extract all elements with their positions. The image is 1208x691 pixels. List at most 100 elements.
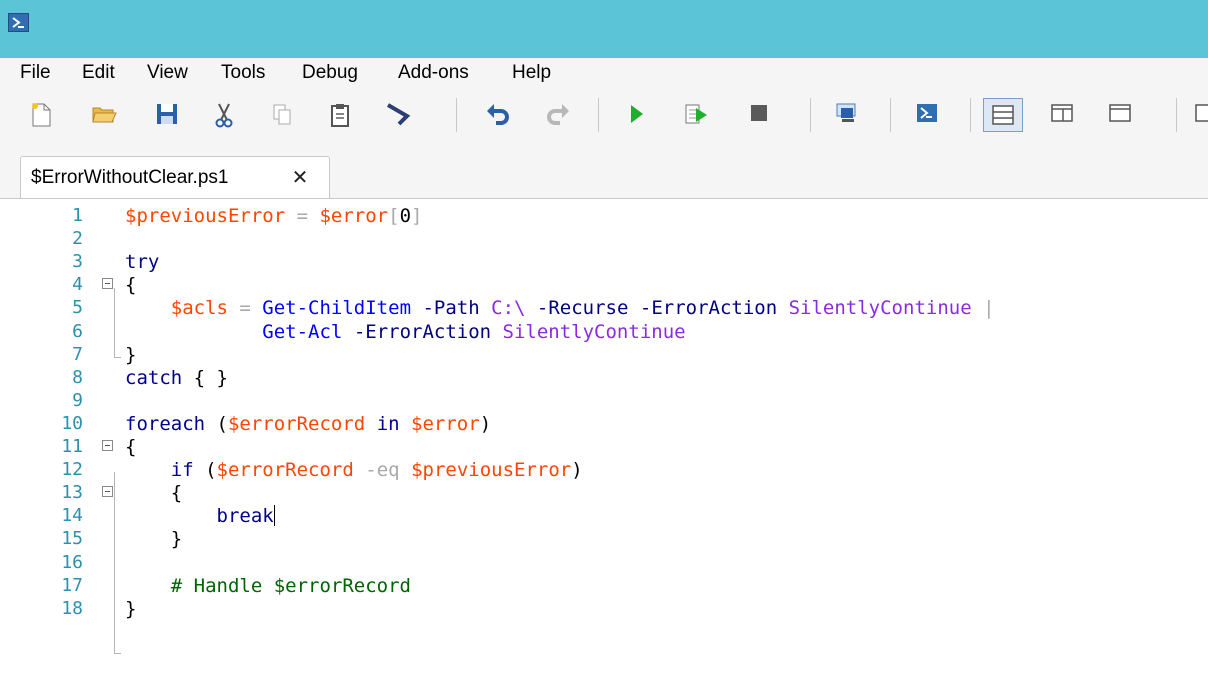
clear-console-icon[interactable] [381,98,415,132]
code-token: ( [193,459,217,482]
code-line: 12 if ($errorRecord -eq $previousError) [0,459,1208,482]
open-icon[interactable] [87,98,121,132]
overflow-layout-icon[interactable] [1190,98,1208,132]
code-line: 7} [0,344,1208,367]
menu-help[interactable]: Help [512,62,551,84]
code-token: $previousError [125,205,286,227]
toolbar [0,90,1208,142]
code-line: 8 catch { } [0,367,1208,390]
toolbar-separator [970,98,971,132]
code-text: { [125,436,136,458]
text-cursor [273,505,275,527]
code-text: { [125,482,182,504]
layout-top-icon[interactable] [983,98,1023,132]
save-icon[interactable] [150,98,184,132]
code-text: $acls = Get-ChildItem -Path C:\ -Recurse… [125,297,995,319]
stop-icon[interactable] [742,98,776,132]
menu-add-ons[interactable]: Add-ons [398,62,469,84]
layout-maximized-icon[interactable] [1103,98,1137,132]
code-line: 13 { [0,482,1208,505]
close-icon[interactable]: ✕ [289,166,311,188]
code-line: 4{ [0,274,1208,297]
menu-debug[interactable]: Debug [302,62,358,84]
code-line: 3 try [0,251,1208,274]
code-text: } [125,598,136,620]
toolbar-separator [598,98,599,132]
code-token: { [125,274,137,297]
tab-label: $ErrorWithoutClear.ps1 [31,167,229,188]
powershell-icon[interactable] [910,98,944,132]
collapse-icon[interactable] [102,278,113,290]
code-line: 2 [0,228,1208,251]
collapse-icon[interactable] [102,440,113,451]
menu-tools[interactable]: Tools [221,62,265,84]
line-number: 5 [72,297,83,319]
undo-icon[interactable] [482,98,516,132]
code-line: 6 Get-Acl -ErrorAction SilentlyContinue [0,321,1208,344]
line-number: 8 [72,366,83,388]
code-text: { [125,274,136,296]
code-token: -ErrorAction [353,320,492,343]
code-token: in [376,412,400,435]
code-token: $errorRecord [216,459,354,482]
code-text: Get-Acl -ErrorAction SilentlyContinue [125,320,685,343]
code-text: } [125,344,136,366]
script-tab-strip: $ErrorWithoutClear.ps1 ✕ [0,142,1208,199]
code-token: 0 [399,205,412,227]
code-token: try [125,251,160,274]
script-editor[interactable]: 1 $previousError = $error[0] 2 3 try 4{5 $acl… [0,199,1208,691]
run-selection-icon[interactable] [680,98,714,132]
copy-icon[interactable] [265,98,299,132]
cut-icon[interactable] [207,98,241,132]
code-token: $errorRecord [227,412,366,435]
code-token: if [170,459,194,482]
redo-icon[interactable] [540,98,574,132]
layout-right-icon[interactable] [1045,98,1079,132]
line-number: 2 [72,228,83,250]
menu-file[interactable]: File [20,62,51,84]
line-number: 14 [61,505,83,527]
code-token: break [216,505,274,528]
line-number: 10 [61,412,83,434]
line-number: 7 [72,343,83,365]
code-token: { [125,482,183,505]
code-line: 5 $acls = Get-ChildItem -Path C:\ -Recur… [0,297,1208,320]
code-token: -Recurse [536,297,629,320]
code-line: 16 [0,552,1208,575]
run-icon[interactable] [620,98,654,132]
code-token: C:\ [491,297,526,320]
menu-edit[interactable]: Edit [82,62,115,84]
code-line: 18} [0,598,1208,621]
code-line: 17 # Handle $errorRecord [0,575,1208,598]
code-token: foreach [125,412,206,435]
line-number: 4 [72,274,83,296]
paste-icon[interactable] [323,98,357,132]
new-icon[interactable] [24,98,58,132]
code-token: $previousError [411,459,572,482]
remote-powershell-icon[interactable] [830,98,864,132]
code-token: } [125,528,183,551]
toolbar-separator [456,98,457,132]
line-number: 15 [61,528,83,550]
code-text: # Handle $errorRecord [125,575,411,597]
line-number: 17 [61,574,83,596]
code-text: if ($errorRecord -eq $previousError) [125,459,583,481]
menu-view[interactable]: View [147,62,188,84]
code-line: 1 $previousError = $error[0] [0,205,1208,228]
collapse-icon[interactable] [102,486,113,498]
code-token: # Handle $errorRecord [170,574,411,597]
tab-script[interactable]: $ErrorWithoutClear.ps1 ✕ [20,156,330,198]
line-number: 3 [72,251,83,273]
line-number: 1 [72,205,83,226]
powershell-ise-icon[interactable] [8,13,29,32]
